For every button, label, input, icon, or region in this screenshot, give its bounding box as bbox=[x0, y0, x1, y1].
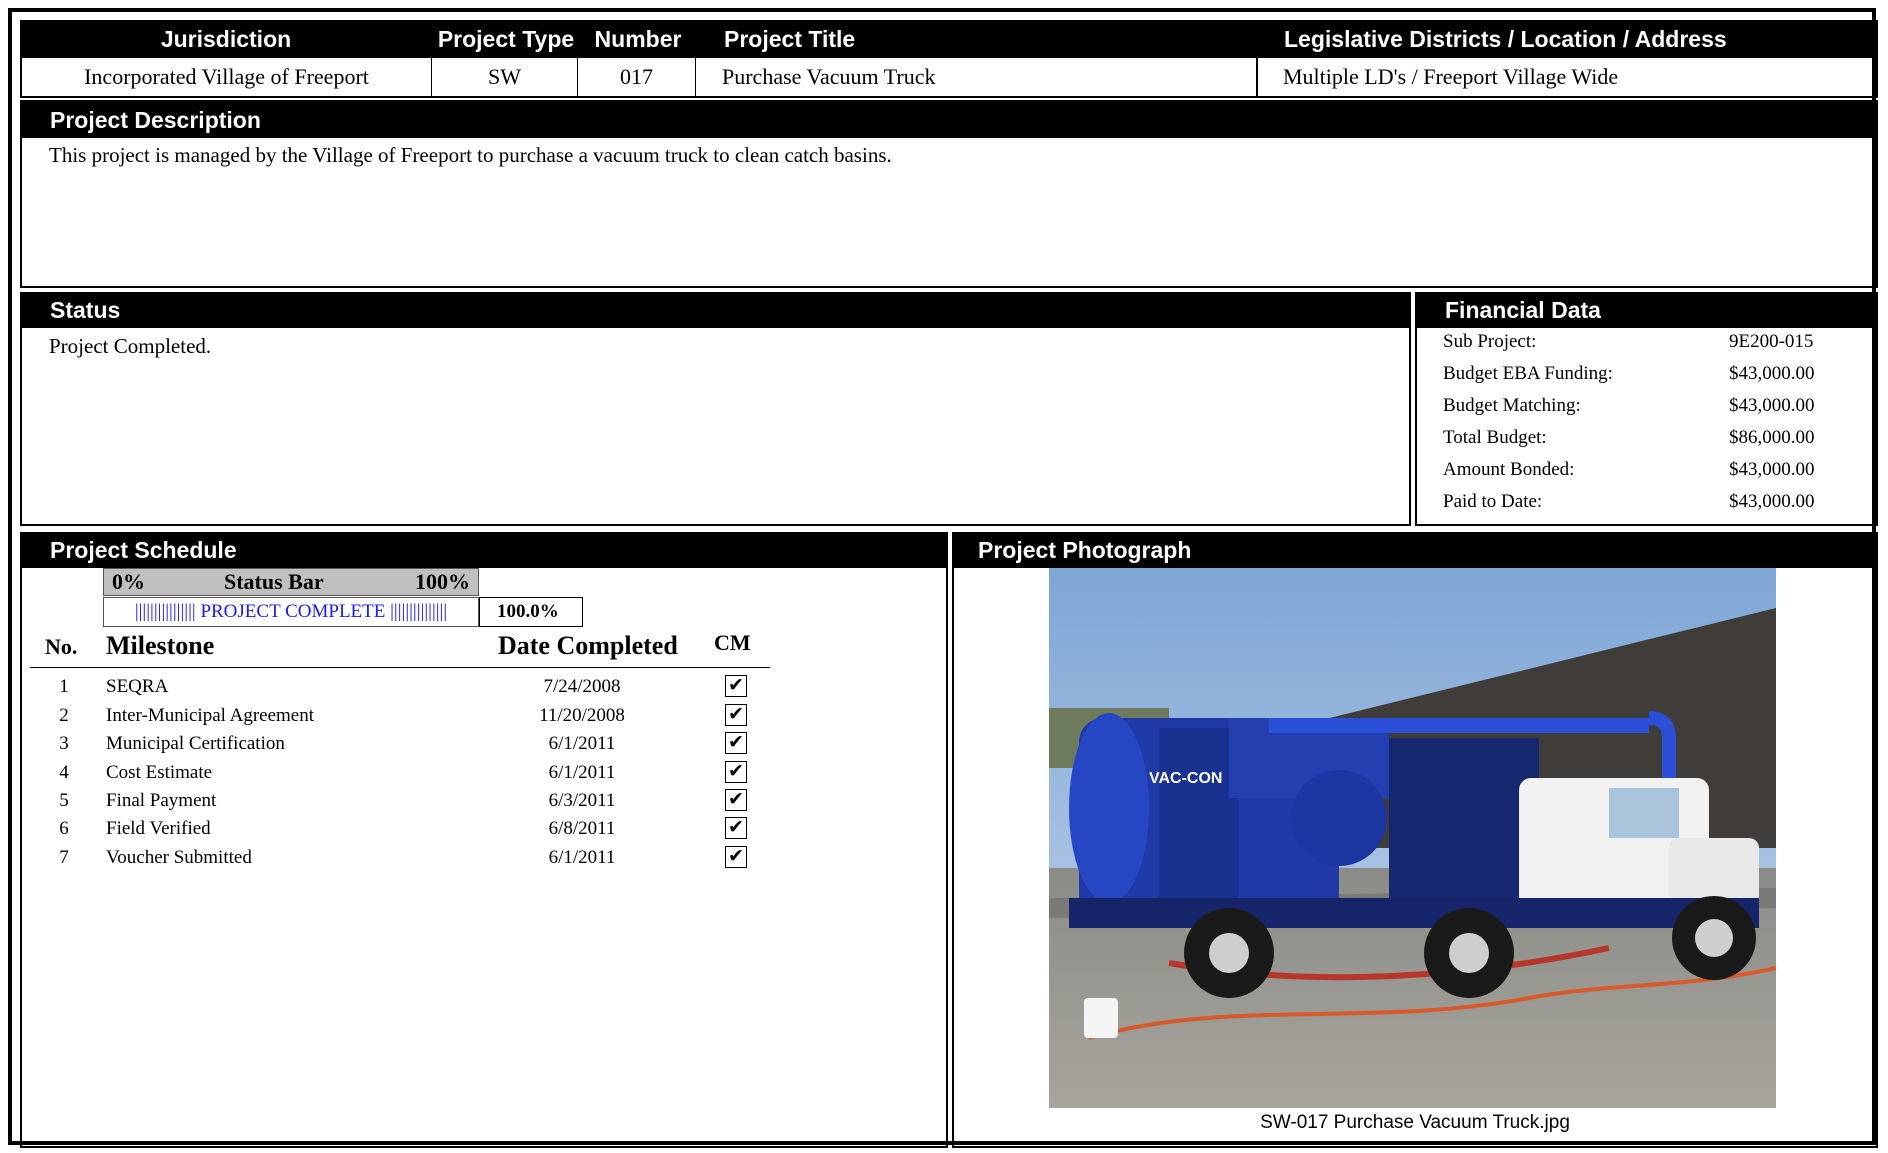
milestone-number: 7 bbox=[59, 847, 69, 868]
financial-value: $43,000.00 bbox=[1729, 459, 1815, 480]
financial-row-matching: Budget Matching: $43,000.00 bbox=[1443, 390, 1855, 422]
photo-brand-text: VAC-CON bbox=[1149, 770, 1222, 787]
col-header-milestone: Milestone bbox=[106, 631, 215, 660]
milestone-row: 2 Inter-Municipal Agreement 11/20/2008 ✔ bbox=[30, 701, 770, 730]
milestone-date: 7/24/2008 bbox=[543, 676, 621, 697]
column-divider bbox=[1256, 58, 1258, 96]
col-header-number: Number bbox=[594, 26, 682, 52]
milestone-checkbox[interactable]: ✔ bbox=[725, 789, 747, 811]
milestone-date: 6/1/2011 bbox=[548, 762, 616, 783]
status-bar-title: Status Bar bbox=[224, 569, 324, 594]
milestone-number: 6 bbox=[59, 818, 69, 839]
milestone-checkbox[interactable]: ✔ bbox=[725, 817, 747, 839]
status-bar-min-label: 0% bbox=[112, 569, 145, 594]
financial-row-paid-to-date: Paid to Date: $43,000.00 bbox=[1443, 486, 1855, 518]
milestone-row: 6 Field Verified 6/8/2011 ✔ bbox=[30, 814, 770, 843]
photograph-heading: Project Photograph bbox=[952, 532, 1878, 568]
project-type-cell: SW bbox=[432, 58, 578, 96]
financial-row-eba-funding: Budget EBA Funding: $43,000.00 bbox=[1443, 358, 1855, 390]
milestone-number: 3 bbox=[59, 733, 69, 754]
milestone-date: 6/3/2011 bbox=[548, 790, 616, 811]
project-photo: VAC-CON bbox=[1049, 568, 1776, 1108]
milestone-number: 4 bbox=[59, 762, 69, 783]
col-header-no: No. bbox=[45, 634, 78, 659]
milestone-row: 3 Municipal Certification 6/1/2011 ✔ bbox=[30, 729, 770, 758]
milestone-date: 11/20/2008 bbox=[539, 705, 625, 726]
financial-value: $86,000.00 bbox=[1729, 427, 1815, 448]
financial-label: Amount Bonded: bbox=[1443, 459, 1575, 480]
col-header-project-type: Project Type bbox=[437, 26, 575, 52]
col-header-location: Legislative Districts / Location / Addre… bbox=[1284, 26, 1727, 52]
milestone-name: Field Verified bbox=[106, 818, 211, 839]
description-text: This project is managed by the Village o… bbox=[49, 143, 892, 167]
milestone-name: Municipal Certification bbox=[106, 733, 285, 754]
status-percent: 100.0% bbox=[479, 597, 583, 627]
schedule-heading: Project Schedule bbox=[20, 532, 948, 568]
financial-label: Sub Project: bbox=[1443, 331, 1537, 352]
milestone-date: 6/8/2011 bbox=[548, 818, 616, 839]
milestone-date: 6/1/2011 bbox=[548, 733, 616, 754]
financial-value: $43,000.00 bbox=[1729, 363, 1815, 384]
financial-row-sub-project: Sub Project: 9E200-015 bbox=[1443, 326, 1855, 358]
status-bar-track: |||||||||||||||| PROJECT COMPLETE ||||||… bbox=[103, 597, 479, 627]
financial-value: $43,000.00 bbox=[1729, 491, 1815, 512]
status-bar-text: |||||||||||||||| PROJECT COMPLETE ||||||… bbox=[134, 601, 448, 622]
milestone-checkbox[interactable]: ✔ bbox=[725, 704, 747, 726]
milestone-number: 5 bbox=[59, 790, 69, 811]
col-header-project-title: Project Title bbox=[724, 26, 856, 52]
milestone-number: 2 bbox=[59, 705, 69, 726]
description-heading: Project Description bbox=[20, 102, 1878, 138]
milestone-table-header: No. Milestone Date Completed CM bbox=[30, 630, 770, 668]
milestone-checkbox[interactable]: ✔ bbox=[725, 846, 747, 868]
milestone-row: 5 Final Payment 6/3/2011 ✔ bbox=[30, 786, 770, 815]
col-header-jurisdiction: Jurisdiction bbox=[160, 26, 292, 52]
col-header-cm: CM bbox=[714, 630, 751, 655]
financial-label: Budget EBA Funding: bbox=[1443, 363, 1613, 384]
milestone-row: 7 Voucher Submitted 6/1/2011 ✔ bbox=[30, 843, 770, 872]
milestone-name: Inter-Municipal Agreement bbox=[106, 705, 315, 726]
milestone-number: 1 bbox=[59, 676, 69, 697]
financial-value: $43,000.00 bbox=[1729, 395, 1815, 416]
jurisdiction-cell: Incorporated Village of Freeport bbox=[22, 58, 432, 96]
milestone-row: 4 Cost Estimate 6/1/2011 ✔ bbox=[30, 758, 770, 787]
col-header-date: Date Completed bbox=[498, 631, 678, 660]
status-bar-max-label: 100% bbox=[415, 569, 470, 594]
project-title-cell: Purchase Vacuum Truck bbox=[722, 64, 936, 89]
vacuum-truck-photo: VAC-CON bbox=[1049, 568, 1776, 1108]
financial-label: Total Budget: bbox=[1443, 427, 1547, 448]
financial-value: 9E200-015 bbox=[1729, 331, 1814, 352]
financial-label: Budget Matching: bbox=[1443, 395, 1581, 416]
photo-caption: SW-017 Purchase Vacuum Truck.jpg bbox=[1260, 1112, 1570, 1133]
milestone-name: Cost Estimate bbox=[106, 762, 213, 783]
milestone-checkbox[interactable]: ✔ bbox=[725, 732, 747, 754]
status-bar-scale: 0% Status Bar 100% bbox=[103, 568, 479, 596]
milestone-checkbox[interactable]: ✔ bbox=[725, 675, 747, 697]
location-cell: Multiple LD's / Freeport Village Wide bbox=[1283, 64, 1619, 89]
milestone-name: SEQRA bbox=[106, 676, 169, 697]
financial-row-amount-bonded: Amount Bonded: $43,000.00 bbox=[1443, 454, 1855, 486]
milestone-date: 6/1/2011 bbox=[548, 847, 616, 868]
financial-row-total-budget: Total Budget: $86,000.00 bbox=[1443, 422, 1855, 454]
financial-heading: Financial Data bbox=[1415, 292, 1878, 328]
status-text: Project Completed. bbox=[49, 334, 212, 358]
milestone-checkbox[interactable]: ✔ bbox=[725, 761, 747, 783]
status-heading: Status bbox=[20, 292, 1411, 328]
financial-label: Paid to Date: bbox=[1443, 491, 1543, 512]
milestone-name: Voucher Submitted bbox=[106, 847, 252, 868]
milestone-name: Final Payment bbox=[106, 790, 217, 811]
milestone-row: 1 SEQRA 7/24/2008 ✔ bbox=[30, 672, 770, 701]
number-cell: 017 bbox=[578, 58, 696, 96]
